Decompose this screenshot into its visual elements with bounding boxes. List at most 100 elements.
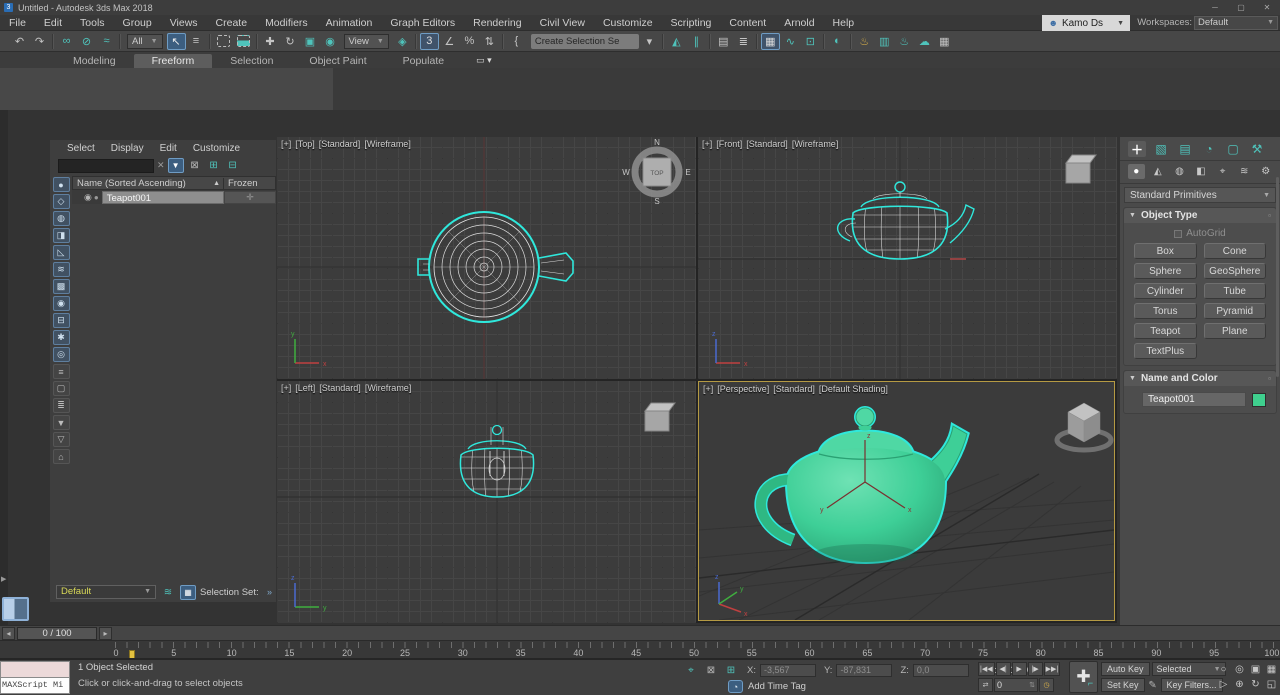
primitive-button[interactable]: Sphere (1134, 263, 1197, 279)
viewport-menu-view[interactable]: [Left] (295, 383, 315, 393)
percent-snap-icon[interactable]: % (460, 33, 479, 50)
key-mode-toggle[interactable]: ⇄ (978, 678, 993, 692)
viewport-menu-view[interactable]: [Top] (295, 139, 315, 149)
viewport-menu-shading[interactable]: [Wireframe] (365, 383, 412, 393)
frozen-cell-icon[interactable]: ✛ (224, 191, 276, 204)
primitive-button[interactable]: Box (1134, 243, 1197, 259)
next-frame-button[interactable]: ▸ (99, 627, 112, 640)
absolute-mode-icon[interactable]: ⊞ (723, 663, 739, 677)
go-to-end-button[interactable]: ▶▶| (1044, 662, 1061, 676)
schematic-view-icon[interactable]: ⊡ (801, 33, 820, 50)
select-by-name-icon[interactable]: ≡ (187, 33, 206, 50)
category-geometry-icon[interactable]: ● (1128, 164, 1145, 179)
auto-key-button[interactable]: Auto Key (1101, 662, 1150, 676)
add-time-tag-label[interactable]: Add Time Tag (748, 681, 806, 692)
object-color-dot-icon[interactable]: ● (94, 193, 99, 202)
explorer-menu-item[interactable]: Display (104, 143, 151, 154)
viewport-menu-renderer[interactable]: [Standard] (773, 384, 815, 394)
window-crossing-icon[interactable] (237, 35, 250, 47)
object-type-rollout-header[interactable]: ▼ Object Type ▫ (1124, 208, 1276, 223)
selection-lock-icon[interactable]: ⊠ (703, 663, 719, 677)
render-production-icon[interactable]: ♨ (895, 33, 914, 50)
material-editor-icon[interactable]: ◐ (828, 33, 847, 50)
primitive-button[interactable]: GeoSphere (1204, 263, 1267, 279)
viewport-menu-plus[interactable]: [+] (703, 384, 713, 394)
spinner-icon[interactable]: ⇅ (1029, 681, 1035, 689)
primitive-button[interactable]: Cone (1204, 243, 1267, 259)
menu-item[interactable]: Edit (35, 15, 71, 31)
y-coordinate-field[interactable]: -87,831 (836, 664, 892, 677)
previous-frame-button[interactable]: ◀| (996, 662, 1011, 676)
sync-selection-icon[interactable]: ▢ (53, 381, 70, 396)
pan-icon[interactable]: ⊕ (1232, 677, 1247, 691)
maximize-viewport-toggle-icon[interactable]: ◱ (1264, 677, 1279, 691)
select-and-rotate-icon[interactable]: ↻ (281, 33, 300, 50)
primitive-button[interactable]: TextPlus (1134, 343, 1197, 359)
viewport-menu-plus[interactable]: [+] (702, 139, 712, 149)
time-tag-icon[interactable]: ◔ (728, 680, 743, 693)
select-and-move-icon[interactable]: ✚ (261, 33, 280, 50)
menu-item[interactable]: Rendering (464, 15, 530, 31)
category-shapes-icon[interactable]: ◭ (1150, 164, 1167, 179)
mirror-icon[interactable]: ◭ (667, 33, 686, 50)
next-frame-button[interactable]: |▶ (1028, 662, 1043, 676)
explorer-preset-dropdown[interactable]: Default▼ (56, 585, 156, 599)
ribbon-minimize-icon[interactable]: ▭ ▾ (476, 55, 492, 68)
object-color-swatch[interactable] (1252, 393, 1266, 407)
tab-create-icon[interactable]: ＋ (1128, 141, 1146, 157)
category-helpers-icon[interactable]: ⌖ (1214, 164, 1231, 179)
layers-icon[interactable]: ≋ (160, 585, 176, 600)
ribbon-tab[interactable]: Modeling (55, 54, 134, 68)
account-menu[interactable]: ☻ Kamo Ds ▼ (1042, 15, 1130, 31)
viewport-menu-renderer[interactable]: [Standard] (319, 139, 361, 149)
name-color-rollout-header[interactable]: ▼ Name and Color ▫ (1124, 371, 1276, 386)
orbit-icon[interactable]: ↻ (1248, 677, 1263, 691)
key-filters-button[interactable]: Key Filters... (1161, 678, 1223, 692)
menu-item[interactable]: Tools (71, 15, 114, 31)
display-helpers-icon[interactable]: ◺ (53, 245, 70, 260)
display-containers-icon[interactable]: ⊟ (53, 313, 70, 328)
tab-utilities-icon[interactable]: ⚒ (1248, 141, 1266, 157)
explorer-object-row[interactable]: ◉ ● Teapot001 ✛ (72, 190, 276, 204)
visibility-eye-icon[interactable]: ◉ (84, 192, 92, 203)
zoom-extents-icon[interactable]: ▣ (1248, 662, 1263, 676)
curve-editor-icon[interactable]: ∿ (781, 33, 800, 50)
x-coordinate-field[interactable]: -3,567 (760, 664, 816, 677)
tab-hierarchy-icon[interactable]: ▤ (1176, 141, 1194, 157)
menu-item[interactable]: Views (161, 15, 207, 31)
display-bones-icon[interactable]: ◉ (53, 296, 70, 311)
column-header-name[interactable]: Name (Sorted Ascending) (73, 178, 213, 189)
redo-icon[interactable]: ↷ (30, 33, 49, 50)
key-selection-dropdown[interactable]: Selected ▼ (1152, 662, 1226, 676)
viewport-menu-shading[interactable]: [Default Shading] (819, 384, 888, 394)
display-cameras-icon[interactable]: ◨ (53, 228, 70, 243)
edit-named-selection-sets-icon[interactable]: { (507, 33, 526, 50)
snaps-toggle-3d-icon[interactable]: 3 (420, 33, 439, 50)
tab-modify-icon[interactable]: ▧ (1152, 141, 1170, 157)
time-configuration-icon[interactable]: ◷ (1039, 678, 1054, 692)
menu-item[interactable]: Arnold (775, 15, 823, 31)
current-frame-field[interactable]: 0 ⇅ (994, 678, 1038, 692)
state-sets-icon[interactable]: ▦ (935, 33, 954, 50)
previous-frame-button[interactable]: ◂ (2, 627, 15, 640)
unlink-selection-icon[interactable]: ⊘ (77, 33, 96, 50)
display-particle-systems-icon[interactable]: ▩ (53, 279, 70, 294)
play-button[interactable]: ▶ (1012, 662, 1027, 676)
explorer-search-input[interactable] (58, 159, 154, 173)
set-keys-button[interactable]: ✚⌐ (1069, 661, 1098, 693)
viewport-menu-view[interactable]: [Perspective] (717, 384, 769, 394)
primitive-button[interactable]: Plane (1204, 323, 1267, 339)
primitive-button[interactable]: Teapot (1134, 323, 1197, 339)
z-coordinate-field[interactable]: 0,0 (913, 664, 969, 677)
viewport-menu-plus[interactable]: [+] (281, 139, 291, 149)
menu-item[interactable]: File (0, 15, 35, 31)
menu-item[interactable]: Create (207, 15, 257, 31)
add-container-icon[interactable]: ⊞ (206, 158, 222, 173)
key-filter-mode-icon[interactable]: ✎ (1147, 678, 1159, 692)
category-lights-icon[interactable]: ◍ (1171, 164, 1188, 179)
explorer-menu-item[interactable]: Customize (186, 143, 247, 154)
render-setup-icon[interactable]: ♨ (855, 33, 874, 50)
display-shapes-icon[interactable]: ◇ (53, 194, 70, 209)
category-space-warps-icon[interactable]: ≋ (1236, 164, 1253, 179)
viewport-top[interactable]: [+] [Top] [Standard] [Wireframe] (277, 137, 696, 379)
